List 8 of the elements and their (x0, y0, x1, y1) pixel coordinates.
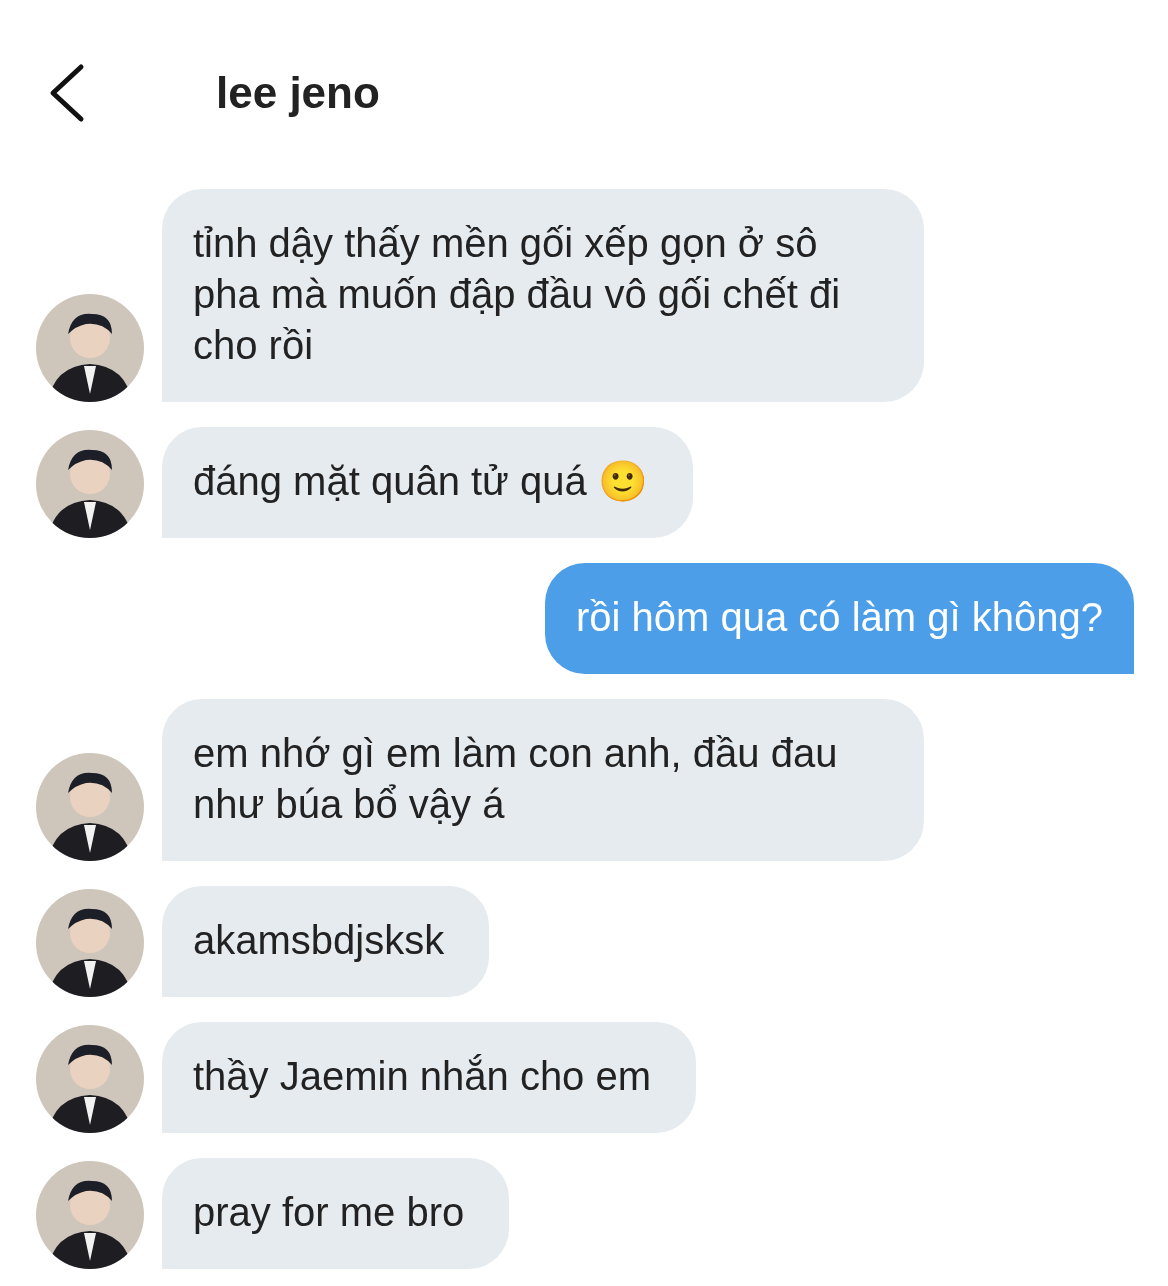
received-message: pray for me bro (162, 1158, 510, 1269)
received-message: đáng mặt quân tử quá 🙂 (162, 427, 693, 538)
received-message: thầy Jaemin nhắn cho em (162, 1022, 697, 1133)
received-message: em nhớ gì em làm con anh, đầu đau như búa bổ vậy á (162, 699, 924, 861)
received-message: tỉnh dậy thấy mền gối xếp gọn ở sô pha mà muốn đập đầu vô gối chết đi cho rồi (162, 189, 924, 402)
sent-message: rồi hôm qua có làm gì không? (545, 563, 1134, 674)
contact-name: lee jeno (216, 68, 380, 118)
received-message: akamsbdjsksk (162, 886, 490, 997)
